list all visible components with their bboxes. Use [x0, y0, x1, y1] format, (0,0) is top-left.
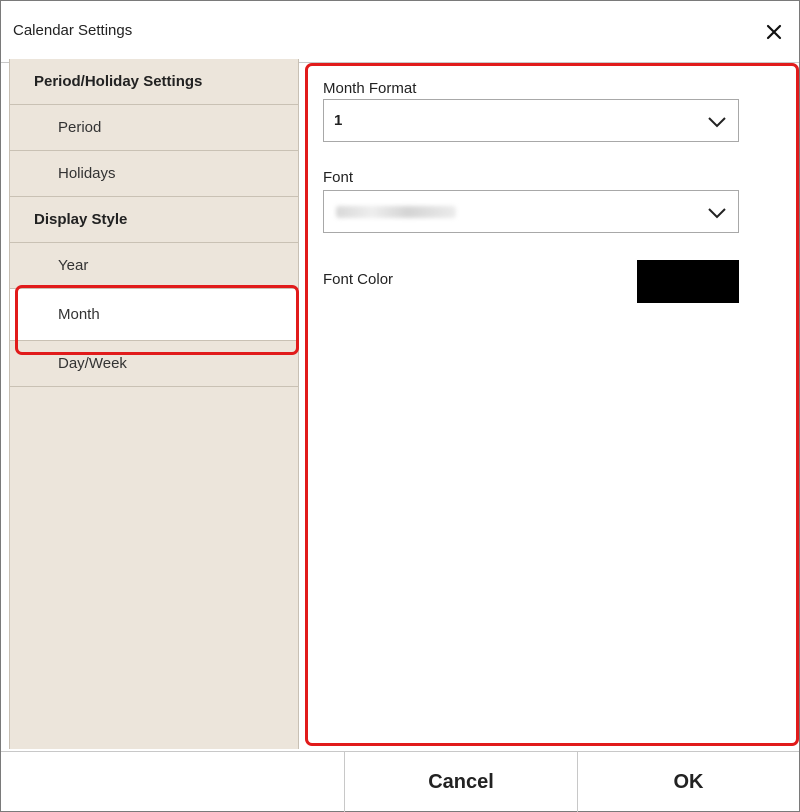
month-format-select[interactable]: 1 — [323, 99, 739, 142]
sidebar-item-label: Display Style — [34, 211, 128, 228]
sidebar-item-label: Holidays — [58, 165, 116, 182]
font-value-blurred — [336, 206, 456, 218]
sidebar-item-day-week[interactable]: Day/Week — [10, 341, 299, 387]
font-label: Font — [323, 169, 354, 186]
content-panel-highlight — [305, 63, 799, 746]
sidebar-item-month[interactable]: Month — [10, 289, 299, 341]
sidebar-item-label: Period — [58, 119, 102, 136]
sidebar-item-label: Day/Week — [58, 355, 127, 372]
sidebar-item-holidays[interactable]: Holidays — [10, 151, 299, 197]
sidebar-item-period[interactable]: Period — [10, 105, 299, 151]
title-bar: Calendar Settings — [1, 1, 799, 63]
font-color-swatch[interactable] — [637, 260, 739, 303]
sidebar-item-label: Month — [58, 306, 100, 323]
cancel-button-label: Cancel — [428, 770, 494, 793]
close-button[interactable] — [761, 19, 787, 45]
sidebar-header-period-holiday: Period/Holiday Settings — [10, 59, 299, 105]
settings-sidebar: Period/Holiday Settings Period Holidays … — [9, 59, 299, 749]
calendar-settings-dialog: Calendar Settings Period/Holiday Setting… — [0, 0, 800, 812]
font-color-label: Font Color — [323, 271, 394, 288]
dialog-title: Calendar Settings — [13, 22, 133, 39]
dialog-footer: Cancel OK — [1, 751, 799, 812]
chevron-down-icon — [708, 208, 726, 219]
sidebar-header-display-style: Display Style — [10, 197, 299, 243]
ok-button-label: OK — [673, 770, 704, 793]
ok-button[interactable]: OK — [577, 752, 799, 812]
month-format-value: 1 — [334, 112, 343, 129]
font-select[interactable] — [323, 190, 739, 233]
sidebar-item-label: Year — [58, 257, 89, 274]
sidebar-item-label: Period/Holiday Settings — [34, 73, 203, 90]
close-icon — [766, 24, 782, 40]
sidebar-item-year[interactable]: Year — [10, 243, 299, 289]
month-format-label: Month Format — [323, 80, 417, 97]
cancel-button[interactable]: Cancel — [344, 752, 577, 812]
chevron-down-icon — [708, 117, 726, 128]
